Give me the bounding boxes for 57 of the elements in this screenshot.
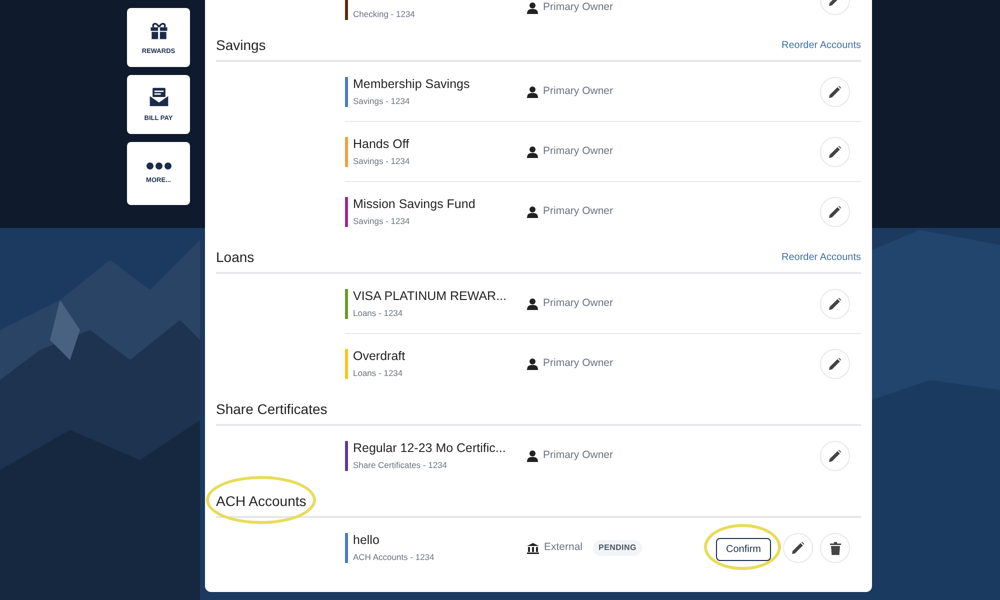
owner-label: Primary Owner bbox=[543, 144, 614, 159]
account-name: Regular 12-23 Mo Certific... bbox=[353, 441, 506, 456]
owner-label: Primary Owner bbox=[543, 84, 614, 99]
account-subtitle: Loans - 1234 bbox=[353, 308, 404, 318]
person-icon bbox=[527, 298, 538, 310]
edit-button[interactable] bbox=[820, 136, 850, 166]
account-subtitle: Checking - 1234 bbox=[353, 9, 415, 20]
edit-icon bbox=[829, 358, 841, 370]
edit-button[interactable] bbox=[820, 197, 850, 227]
person-icon bbox=[527, 86, 538, 98]
account-subtitle: Share Certificates - 1234 bbox=[353, 460, 448, 471]
section-title: Savings bbox=[216, 36, 266, 52]
account-subtitle: Savings - 1234 bbox=[353, 216, 411, 227]
edit-icon bbox=[829, 86, 841, 98]
status-badge: PENDING bbox=[592, 540, 642, 556]
edit-icon bbox=[829, 146, 841, 158]
person-icon bbox=[527, 146, 538, 158]
section-title: ACH Accounts bbox=[216, 492, 306, 508]
owner-label: Primary Owner bbox=[543, 448, 614, 464]
account-subtitle: Savings - 1234 bbox=[353, 96, 411, 106]
reorder-link[interactable]: Reorder Accounts bbox=[782, 38, 861, 53]
edit-button[interactable] bbox=[820, 288, 850, 318]
more-icon bbox=[146, 162, 172, 170]
account-subtitle: ACH Accounts - 1234 bbox=[353, 552, 434, 563]
account-name: Membership Savings bbox=[353, 76, 470, 92]
edit-button[interactable] bbox=[820, 441, 850, 471]
account-subtitle: Loans - 1234 bbox=[353, 368, 404, 379]
section-title: Share Certificates bbox=[216, 400, 328, 416]
delete-button[interactable] bbox=[820, 533, 850, 563]
account-name: hello bbox=[353, 533, 380, 548]
reorder-link[interactable]: Reorder Accounts bbox=[782, 250, 861, 265]
edit-icon bbox=[829, 450, 841, 462]
owner-label: Primary Owner bbox=[543, 0, 614, 15]
edit-button[interactable] bbox=[820, 76, 850, 106]
envelope-icon bbox=[148, 86, 170, 108]
edit-icon bbox=[829, 206, 841, 218]
owner-label: Primary Owner bbox=[543, 356, 614, 372]
person-icon bbox=[527, 450, 538, 462]
person-icon bbox=[527, 206, 538, 218]
edit-button[interactable] bbox=[820, 349, 850, 379]
bank-icon bbox=[527, 542, 539, 554]
account-name: Mission Savings Fund bbox=[353, 197, 476, 212]
owner-label: External bbox=[544, 540, 583, 556]
owner-label: Primary Owner bbox=[543, 296, 614, 311]
person-icon bbox=[527, 358, 538, 370]
confirm-button[interactable]: Confirm bbox=[716, 538, 771, 560]
edit-icon bbox=[829, 298, 841, 310]
section-title: Loans bbox=[216, 248, 254, 264]
edit-icon bbox=[792, 542, 804, 554]
account-name: VISA PLATINUM REWAR... bbox=[353, 288, 506, 304]
account-name: Hands Off bbox=[353, 136, 410, 152]
edit-button[interactable] bbox=[783, 533, 813, 563]
account-subtitle: Savings - 1234 bbox=[353, 156, 410, 166]
trash-icon bbox=[830, 542, 840, 554]
owner-label: Primary Owner bbox=[543, 204, 614, 220]
account-name: Overdraft bbox=[353, 349, 406, 364]
person-icon bbox=[527, 2, 538, 14]
